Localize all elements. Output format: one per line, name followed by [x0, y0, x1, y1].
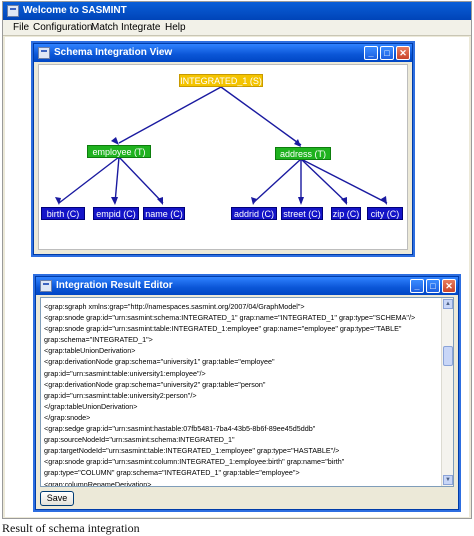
xml-line: <grap:snode grap:id="urn:sasmint:schema:…: [44, 313, 416, 323]
node-zip-column[interactable]: zip (C): [331, 207, 361, 220]
xml-line: grap:type="COLUMN" grap:schema="INTEGRAT…: [44, 468, 300, 478]
minimize-icon: _: [368, 48, 374, 58]
schema-tree-canvas: INTEGRATED_1 (S) employee (T) address (T…: [38, 64, 408, 250]
desktop-pane: Schema Integration View _ □ ✕ INTEGRATED…: [5, 37, 469, 517]
minimize-button[interactable]: _: [364, 46, 378, 60]
node-address-table[interactable]: address (T): [275, 147, 331, 160]
edge-address-zip: [300, 158, 348, 204]
close-button[interactable]: ✕: [396, 46, 410, 60]
figure-caption: Result of schema integration: [2, 521, 140, 535]
frame-icon: [40, 280, 52, 292]
scrollbar-thumb[interactable]: [443, 346, 453, 366]
edge-employee-name: [118, 156, 164, 204]
xml-line: grap:targetNodeId="urn:sasmint:table:INT…: [44, 446, 340, 456]
arrow-empid: [111, 197, 118, 205]
edge-root-employee: [118, 86, 222, 144]
xml-editor-textarea[interactable]: <grap:sgraph xmlns:grap="http://namespac…: [40, 297, 454, 487]
node-employee-table[interactable]: employee (T): [87, 145, 151, 158]
xml-line: <grap:sgraph xmlns:grap="http://namespac…: [44, 302, 305, 311]
menu-bar: File Configuration Match Integrate Help: [3, 20, 471, 36]
node-name-column[interactable]: name (C): [143, 207, 185, 220]
xml-line: <grap:derivationNode grap:schema="univer…: [44, 379, 266, 389]
arrow-birth: [55, 197, 61, 205]
edge-root-address: [220, 86, 302, 146]
xml-line: <grap:snode grap:id="urn:sasmint:table:I…: [44, 324, 402, 334]
minimize-button[interactable]: _: [410, 279, 424, 293]
close-button[interactable]: ✕: [442, 279, 456, 293]
save-button[interactable]: Save: [40, 491, 74, 506]
xml-line: grap:schema="INTEGRATED_1">: [44, 335, 153, 345]
window-title: Welcome to SASMINT: [23, 5, 127, 16]
menu-configuration[interactable]: Configuration: [33, 22, 92, 34]
edge-employee-birth: [58, 156, 120, 204]
node-addrid-column[interactable]: addrid (C): [231, 207, 277, 220]
xml-line: <grap:tableUnionDerivation>: [44, 346, 136, 356]
arrow-street: [298, 197, 304, 205]
edge-address-city: [300, 158, 388, 204]
integration-result-editor-window: Integration Result Editor _ □ ✕ <grap:sg…: [35, 276, 459, 510]
menu-help[interactable]: Help: [165, 22, 186, 34]
xml-line: <grap:derivationNode grap:schema="univer…: [44, 357, 275, 367]
schema-view-title: Schema Integration View: [54, 47, 173, 58]
xml-line: grap:sourceNodeId="urn:sasmint:schema:IN…: [44, 435, 235, 445]
edge-employee-empid: [114, 156, 120, 204]
close-icon: ✕: [445, 281, 453, 291]
minimize-icon: _: [414, 281, 420, 291]
node-empid-column[interactable]: empid (C): [93, 207, 139, 220]
node-birth-column[interactable]: birth (C): [41, 207, 85, 220]
editor-title-bar[interactable]: Integration Result Editor _ □ ✕: [36, 277, 458, 295]
xml-line: <grap:snode grap:id="urn:sasmint:column:…: [44, 457, 345, 467]
maximize-icon: □: [384, 48, 390, 58]
xml-line: </grap:tableUnionDerivation>: [44, 401, 138, 411]
arrow-employee: [111, 137, 119, 145]
node-city-column[interactable]: city (C): [367, 207, 403, 220]
xml-line: grap:id="urn:sasmint:table:university1:e…: [44, 368, 206, 378]
editor-vertical-scrollbar[interactable]: ▲ ▼: [441, 298, 453, 486]
schema-integration-view-window: Schema Integration View _ □ ✕ INTEGRATED…: [33, 43, 413, 255]
node-street-column[interactable]: street (C): [281, 207, 323, 220]
editor-title: Integration Result Editor: [56, 280, 173, 291]
menu-file[interactable]: File: [13, 22, 29, 34]
menu-match[interactable]: Match: [91, 22, 118, 34]
maximize-button[interactable]: □: [380, 46, 394, 60]
edge-address-addrid: [252, 158, 302, 204]
close-icon: ✕: [399, 48, 407, 58]
scroll-down-arrow-icon[interactable]: ▼: [443, 475, 453, 485]
menu-integrate[interactable]: Integrate: [121, 22, 160, 34]
xml-line: </grap:snode>: [44, 412, 91, 422]
maximize-icon: □: [430, 281, 436, 291]
xml-line: <grap:sedge grap:id="urn:sasmint:hastabl…: [44, 424, 316, 434]
xml-content: <grap:sgraph xmlns:grap="http://namespac…: [44, 301, 442, 487]
maximize-button[interactable]: □: [426, 279, 440, 293]
main-window: Welcome to SASMINT File Configuration Ma…: [2, 1, 472, 519]
xml-line: grap:id="urn:sasmint:table:university2:p…: [44, 390, 197, 400]
frame-icon: [38, 47, 50, 59]
node-integrated-schema[interactable]: INTEGRATED_1 (S): [179, 74, 263, 87]
app-icon: [7, 5, 19, 17]
scroll-up-arrow-icon[interactable]: ▲: [443, 299, 453, 309]
main-title-bar[interactable]: Welcome to SASMINT: [3, 2, 471, 20]
xml-line: <grap:columnRenameDerivation>: [44, 479, 152, 487]
schema-view-title-bar[interactable]: Schema Integration View _ □ ✕: [34, 44, 412, 62]
